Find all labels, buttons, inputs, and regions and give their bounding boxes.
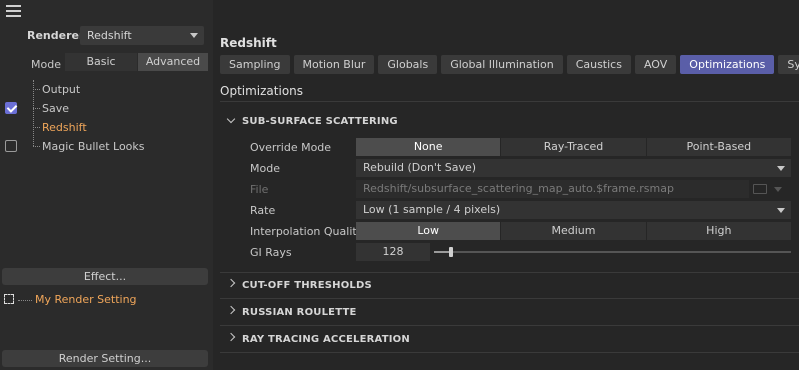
render-setting-icon xyxy=(4,294,14,304)
tree-branch xyxy=(33,89,40,90)
tree-branch xyxy=(18,300,32,301)
file-label: File xyxy=(250,183,269,196)
group-title: SUB-SURFACE SCATTERING xyxy=(242,116,398,127)
tab-optimizations[interactable]: Optimizations xyxy=(680,55,775,74)
chevron-right-icon xyxy=(226,332,236,342)
gi-rays-label: GI Rays xyxy=(250,246,292,259)
chevron-right-icon xyxy=(226,278,236,288)
tree-item-label: Save xyxy=(42,102,70,115)
tab-motion-blur[interactable]: Motion Blur xyxy=(293,55,375,74)
menu-icon[interactable] xyxy=(6,5,21,17)
mode-label: Mode xyxy=(250,162,280,175)
tab-aov[interactable]: AOV xyxy=(634,55,677,74)
group-header-ray-tracing-acceleration[interactable]: RAY TRACING ACCELERATION xyxy=(220,327,799,353)
interp-low[interactable]: Low xyxy=(356,222,501,240)
slider-thumb[interactable] xyxy=(449,247,453,257)
right-panel: Redshift Sampling Motion Blur Globals Gl… xyxy=(213,0,799,370)
tree-item-magic-bullet-looks[interactable]: Magic Bullet Looks xyxy=(0,137,213,156)
group-header-cutoff-thresholds[interactable]: CUT-OFF THRESHOLDS xyxy=(220,273,799,299)
tab-bar: Sampling Motion Blur Globals Global Illu… xyxy=(220,55,799,74)
renderer-value: Redshift xyxy=(87,29,132,42)
gi-rays-slider[interactable] xyxy=(434,247,791,257)
interp-high[interactable]: High xyxy=(646,222,791,240)
rate-label: Rate xyxy=(250,204,276,217)
tree-item-save[interactable]: Save xyxy=(0,99,213,118)
override-mode-label: Override Mode xyxy=(250,141,332,154)
override-mode-ray-traced[interactable]: Ray-Traced xyxy=(501,138,646,156)
render-settings-tree: Output Save Redshift Magic Bullet Looks xyxy=(0,80,213,156)
section-title: Optimizations xyxy=(220,84,304,98)
folder-icon xyxy=(753,184,767,194)
divider xyxy=(220,101,799,102)
interpolation-quality-segmented: Low Medium High xyxy=(356,222,791,240)
group-title: RAY TRACING ACCELERATION xyxy=(242,334,410,345)
tree-item-label: Magic Bullet Looks xyxy=(42,140,145,153)
tree-item-label: Redshift xyxy=(42,121,87,134)
page-title: Redshift xyxy=(220,36,277,50)
override-mode-segmented: None Ray-Traced Point-Based xyxy=(356,138,791,156)
tree-item-label: Output xyxy=(42,83,81,96)
left-panel: Renderer Redshift Mode Basic Advanced Ou… xyxy=(0,0,213,370)
interp-medium[interactable]: Medium xyxy=(501,222,646,240)
render-setting-item[interactable]: My Render Setting xyxy=(0,290,213,310)
save-checkbox[interactable] xyxy=(5,102,17,114)
rate-dropdown[interactable]: Low (1 sample / 4 pixels) xyxy=(356,201,791,219)
group-header-sss[interactable]: SUB-SURFACE SCATTERING xyxy=(220,109,799,135)
renderer-select[interactable]: Redshift xyxy=(80,26,204,45)
tab-caustics[interactable]: Caustics xyxy=(566,55,631,74)
file-field: Redshift/subsurface_scattering_map_auto.… xyxy=(356,180,749,198)
tab-sampling[interactable]: Sampling xyxy=(220,55,290,74)
mode-label: Mode xyxy=(31,58,61,71)
gi-rays-input[interactable]: 128 xyxy=(356,243,430,261)
tab-globals[interactable]: Globals xyxy=(378,55,438,74)
mode-basic-button[interactable]: Basic xyxy=(65,53,137,71)
tree-branch xyxy=(33,146,40,147)
mode-value: Rebuild (Don't Save) xyxy=(363,161,477,174)
chevron-right-icon xyxy=(226,305,236,315)
group-title: CUT-OFF THRESHOLDS xyxy=(242,280,372,291)
tree-branch xyxy=(33,127,40,128)
chevron-down-icon xyxy=(226,114,236,124)
override-mode-none[interactable]: None xyxy=(356,138,501,156)
tree-branch xyxy=(33,108,40,109)
render-setting-label: My Render Setting xyxy=(35,293,137,306)
chevron-down-icon xyxy=(777,166,785,171)
override-mode-point-based[interactable]: Point-Based xyxy=(646,138,791,156)
group-header-russian-roulette[interactable]: RUSSIAN ROULETTE xyxy=(220,300,799,326)
renderer-label: Renderer xyxy=(27,29,85,42)
slider-fill xyxy=(434,251,449,253)
chevron-down-icon xyxy=(190,33,198,38)
tree-item-output[interactable]: Output xyxy=(0,80,213,99)
tab-global-illumination[interactable]: Global Illumination xyxy=(441,55,563,74)
interpolation-quality-label: Interpolation Quality xyxy=(250,225,364,238)
render-setting-button[interactable]: Render Setting... xyxy=(2,350,208,367)
effect-button[interactable]: Effect... xyxy=(2,268,208,285)
magic-bullet-looks-checkbox[interactable] xyxy=(5,140,17,152)
chevron-down-icon xyxy=(777,208,785,213)
tree-item-redshift[interactable]: Redshift xyxy=(0,118,213,137)
mode-dropdown[interactable]: Rebuild (Don't Save) xyxy=(356,159,791,177)
mode-advanced-button[interactable]: Advanced xyxy=(138,53,208,71)
tab-system[interactable]: System xyxy=(778,55,799,74)
group-title: RUSSIAN ROULETTE xyxy=(242,307,357,318)
chevron-down-icon xyxy=(774,187,782,192)
rate-value: Low (1 sample / 4 pixels) xyxy=(363,203,501,216)
